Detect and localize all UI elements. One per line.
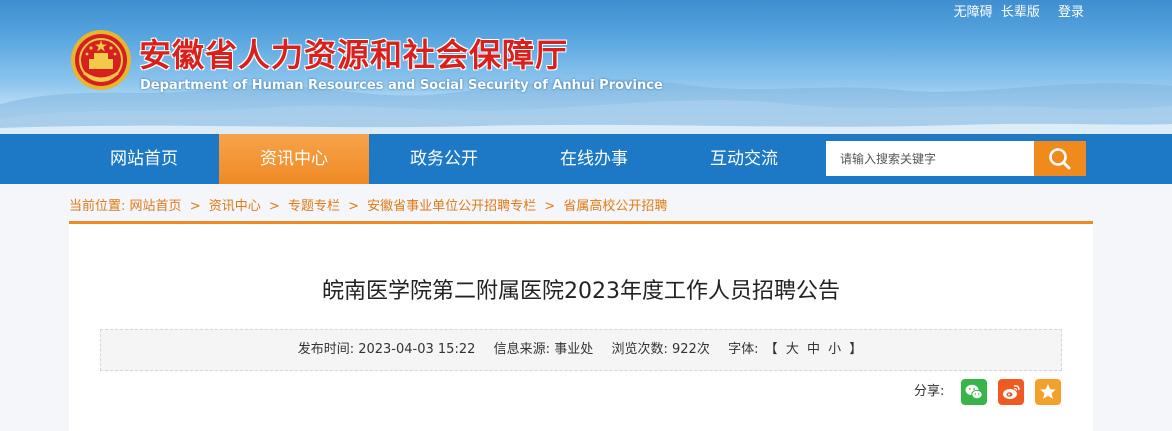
nav-item-news-center[interactable]: 资讯中心 (219, 134, 369, 184)
article-title: 皖南医学院第二附属医院2023年度工作人员招聘公告 (322, 279, 840, 304)
login-link[interactable]: 登录 (1058, 5, 1084, 20)
share-label: 分享: (914, 384, 945, 399)
breadcrumb-prefix: 当前位置: (69, 199, 126, 214)
nav-item-government-affairs[interactable]: 政务公开 (369, 134, 519, 184)
site-title: 安徽省人力资源和社会保障厅 (139, 36, 569, 74)
breadcrumb: 当前位置: 网站首页 > 资讯中心 > 专题专栏 > 安徽省事业单位公开招聘专栏… (69, 195, 667, 214)
search-input[interactable] (826, 141, 1034, 176)
breadcrumb-recruitment-column[interactable]: 安徽省事业单位公开招聘专栏 (367, 199, 536, 214)
breadcrumb-separator: > (348, 199, 359, 214)
search-icon (1049, 148, 1071, 170)
breadcrumb-separator: > (268, 199, 280, 214)
font-size-large[interactable]: 大 (786, 342, 799, 357)
publish-time-label: 发布时间: (297, 342, 355, 357)
search-button[interactable] (1034, 141, 1086, 176)
font-size-label: 字体: (728, 342, 759, 357)
font-bracket-open: 【 (764, 342, 778, 357)
header-banner: 无障碍 长辈版 登录 安徽省人力资源和社会保障厅 Department of H… (0, 0, 1172, 134)
wechat-icon (965, 384, 983, 400)
font-size-medium[interactable]: 中 (807, 342, 820, 357)
source-value: 事业处 (554, 342, 594, 357)
share-wechat-button[interactable] (961, 379, 987, 405)
nav-item-interaction[interactable]: 互动交流 (669, 134, 819, 184)
breadcrumb-news-center[interactable]: 资讯中心 (209, 199, 261, 214)
views-value: 922次 (672, 342, 710, 357)
share-favorite-button[interactable] (1035, 379, 1061, 405)
views-label: 浏览次数: (611, 342, 668, 357)
breadcrumb-separator: > (544, 199, 556, 214)
source-label: 信息来源: (493, 342, 551, 357)
breadcrumb-special-topics[interactable]: 专题专栏 (288, 199, 340, 214)
article-meta-bar: 发布时间: 2023-04-03 15:22 信息来源: 事业处 浏览次数: 9… (100, 329, 1062, 371)
top-links: 无障碍 长辈版 登录 (950, 1, 1084, 20)
breadcrumb-home[interactable]: 网站首页 (130, 199, 182, 214)
accessibility-link[interactable]: 无障碍 (954, 5, 993, 20)
elderly-version-link[interactable]: 长辈版 (1001, 5, 1040, 20)
article-panel: 皖南医学院第二附属医院2023年度工作人员招聘公告 发布时间: 2023-04-… (69, 221, 1093, 431)
font-bracket-close: 】 (849, 342, 863, 357)
weibo-icon (1003, 385, 1020, 399)
nav-item-online-services[interactable]: 在线办事 (519, 134, 669, 184)
share-weibo-button[interactable] (998, 379, 1024, 405)
favorite-star-icon (1040, 384, 1056, 399)
breadcrumb-separator: > (189, 199, 201, 214)
breadcrumb-university-recruitment[interactable]: 省属高校公开招聘 (563, 199, 667, 214)
site-subtitle: Department of Human Resources and Social… (140, 78, 663, 93)
nav-item-home[interactable]: 网站首页 (69, 134, 219, 184)
national-emblem-logo (71, 30, 131, 90)
font-size-control: 【 大 中 小 】 (763, 342, 865, 357)
font-size-small[interactable]: 小 (828, 342, 841, 357)
publish-time-value: 2023-04-03 15:22 (358, 342, 476, 357)
